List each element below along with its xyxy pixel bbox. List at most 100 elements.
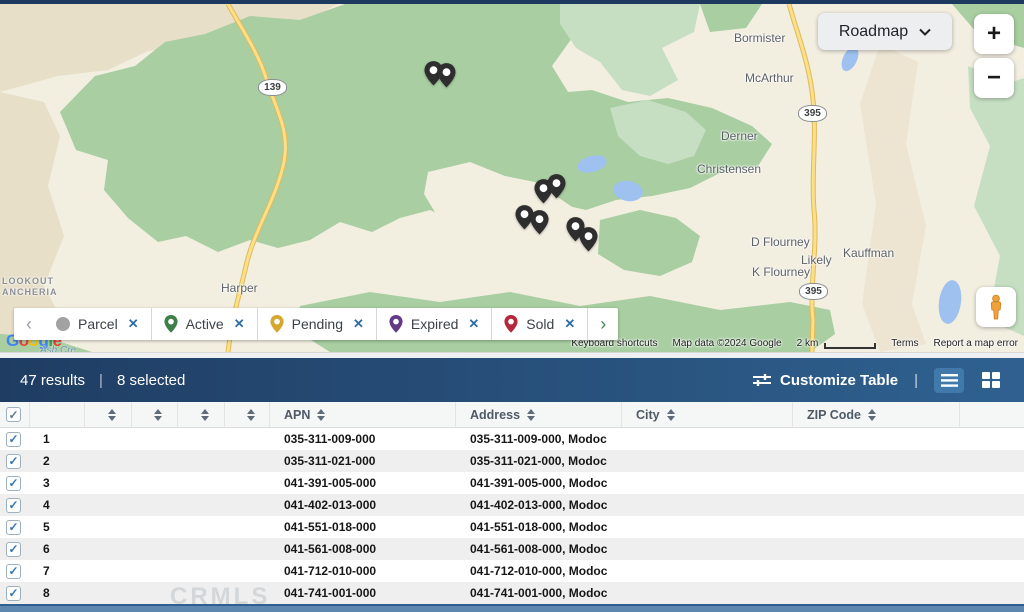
close-icon[interactable]: ✕ xyxy=(564,316,575,332)
sort-toggle[interactable] xyxy=(527,409,535,421)
close-icon[interactable]: ✕ xyxy=(128,316,139,332)
list-view-button[interactable] xyxy=(934,368,964,393)
table-row[interactable]: ✓2035-311-021-000035-311-021-000, Modoc xyxy=(0,450,1024,472)
place-label-k-flourney: K Flourney xyxy=(752,265,810,279)
zip-column-header: ZIP Code xyxy=(793,402,960,427)
zoom-in-button[interactable]: + xyxy=(974,14,1014,54)
report-map-error-link[interactable]: Report a map error xyxy=(934,338,1018,349)
sort-column-1 xyxy=(85,402,132,427)
listing-map-pin[interactable] xyxy=(437,63,456,88)
close-icon[interactable]: ✕ xyxy=(468,316,479,332)
map-type-label: Roadmap xyxy=(839,23,908,41)
filter-chip-label: Parcel xyxy=(78,316,118,332)
table-row[interactable]: ✓3041-391-005-000041-391-005-000, Modoc xyxy=(0,472,1024,494)
sort-toggle[interactable] xyxy=(201,409,209,421)
checkbox-cell: ✓ xyxy=(0,432,30,447)
filter-chip-sold[interactable]: Sold ✕ xyxy=(492,308,588,340)
circle-icon xyxy=(56,317,70,331)
row-checkbox[interactable]: ✓ xyxy=(6,432,21,447)
filter-chip-active[interactable]: Active✕ xyxy=(152,308,258,340)
results-header-bar: 47 results | 8 selected Customize Table … xyxy=(0,358,1024,402)
list-view-icon xyxy=(941,374,958,387)
apn-cell: 035-311-021-000 xyxy=(270,454,456,468)
apn-column-header: APN xyxy=(270,402,456,427)
apn-cell: 041-741-001-000 xyxy=(270,586,456,600)
sort-column-4 xyxy=(225,402,270,427)
sort-toggle[interactable] xyxy=(868,409,876,421)
chip-scroll-right-button[interactable]: › xyxy=(588,308,618,340)
selected-count: 8 selected xyxy=(117,372,185,389)
checkbox-cell: ✓ xyxy=(0,498,30,513)
table-row[interactable]: ✓5041-551-018-000041-551-018-000, Modoc xyxy=(0,516,1024,538)
terms-link[interactable]: Terms xyxy=(891,338,918,349)
row-checkbox[interactable]: ✓ xyxy=(6,564,21,579)
grid-view-button[interactable] xyxy=(976,368,1006,393)
row-checkbox[interactable]: ✓ xyxy=(6,498,21,513)
map-canvas[interactable]: BormisterMcArthurDernerChristensenD Flou… xyxy=(0,4,1024,352)
table-row[interactable]: ✓4041-402-013-000041-402-013-000, Modoc xyxy=(0,494,1024,516)
map-pin-icon xyxy=(270,315,284,333)
table-row[interactable]: ✓1035-311-009-000035-311-009-000, Modoc xyxy=(0,428,1024,450)
row-number-column-header xyxy=(30,402,85,427)
map-pin-icon xyxy=(389,315,403,333)
address-column-header: Address xyxy=(456,402,622,427)
table-body: ✓1035-311-009-000035-311-009-000, Modoc✓… xyxy=(0,428,1024,604)
sliders-icon xyxy=(753,373,771,387)
area-label-lookout-rancheria: LOOKOUT ANCHERIA xyxy=(2,276,58,298)
row-number: 6 xyxy=(30,542,85,556)
zoom-out-button[interactable]: − xyxy=(974,58,1014,98)
filter-chip-label: Sold xyxy=(526,316,554,332)
horizontal-scrollbar[interactable] xyxy=(0,604,1024,612)
sort-column-3 xyxy=(178,402,225,427)
row-checkbox[interactable]: ✓ xyxy=(6,542,21,557)
table-row[interactable]: ✓8041-741-001-000041-741-001-000, Modoc xyxy=(0,582,1024,604)
chevron-down-icon xyxy=(919,28,931,36)
row-number: 8 xyxy=(30,586,85,600)
spacer-column-header xyxy=(960,402,1024,427)
scale-bar xyxy=(824,343,876,349)
close-icon[interactable]: ✕ xyxy=(353,316,364,332)
creek-label: Ash Cre xyxy=(40,345,76,352)
map-terrain xyxy=(0,4,1024,352)
sort-toggle[interactable] xyxy=(247,409,255,421)
listing-map-pin[interactable] xyxy=(579,227,598,252)
chip-scroll-left-button[interactable]: ‹ xyxy=(14,308,44,340)
select-all-checkbox[interactable]: ✓ xyxy=(6,407,21,422)
row-checkbox[interactable]: ✓ xyxy=(6,476,21,491)
route-shield-139: 139 xyxy=(258,79,287,96)
sort-toggle[interactable] xyxy=(154,409,162,421)
place-label-harper: Harper xyxy=(221,281,258,295)
row-checkbox[interactable]: ✓ xyxy=(6,586,21,601)
row-number: 7 xyxy=(30,564,85,578)
pegman-icon xyxy=(984,294,1008,320)
listing-map-pin[interactable] xyxy=(547,174,566,199)
place-label-mcarthur: McArthur xyxy=(745,71,794,85)
filter-chip-expired[interactable]: Expired✕ xyxy=(377,308,492,340)
close-icon[interactable]: ✕ xyxy=(234,316,245,332)
table-row[interactable]: ✓7041-712-010-000041-712-010-000, Modoc xyxy=(0,560,1024,582)
row-number: 3 xyxy=(30,476,85,490)
sort-toggle[interactable] xyxy=(317,409,325,421)
results-count: 47 results xyxy=(20,372,85,389)
sort-toggle[interactable] xyxy=(108,409,116,421)
row-checkbox[interactable]: ✓ xyxy=(6,454,21,469)
filter-chip-pending[interactable]: Pending✕ xyxy=(258,308,377,340)
table-header-row: ✓ APN Address City ZIP Code xyxy=(0,402,1024,428)
row-checkbox[interactable]: ✓ xyxy=(6,520,21,535)
map-type-dropdown[interactable]: Roadmap xyxy=(818,13,952,50)
address-cell: 041-551-018-000, Modoc xyxy=(456,520,622,534)
customize-table-button[interactable]: Customize Table xyxy=(753,372,898,389)
city-column-header: City xyxy=(622,402,793,427)
address-cell: 035-311-021-000, Modoc xyxy=(456,454,622,468)
sort-toggle[interactable] xyxy=(667,409,675,421)
apn-cell: 041-551-018-000 xyxy=(270,520,456,534)
checkbox-cell: ✓ xyxy=(0,476,30,491)
row-number: 1 xyxy=(30,432,85,446)
filter-chip-parcel[interactable]: Parcel ✕ xyxy=(44,308,152,340)
apn-cell: 035-311-009-000 xyxy=(270,432,456,446)
pegman-button[interactable] xyxy=(976,287,1016,327)
apn-cell: 041-402-013-000 xyxy=(270,498,456,512)
address-cell: 041-712-010-000, Modoc xyxy=(456,564,622,578)
table-row[interactable]: ✓6041-561-008-000041-561-008-000, Modoc xyxy=(0,538,1024,560)
listing-map-pin[interactable] xyxy=(530,210,549,235)
